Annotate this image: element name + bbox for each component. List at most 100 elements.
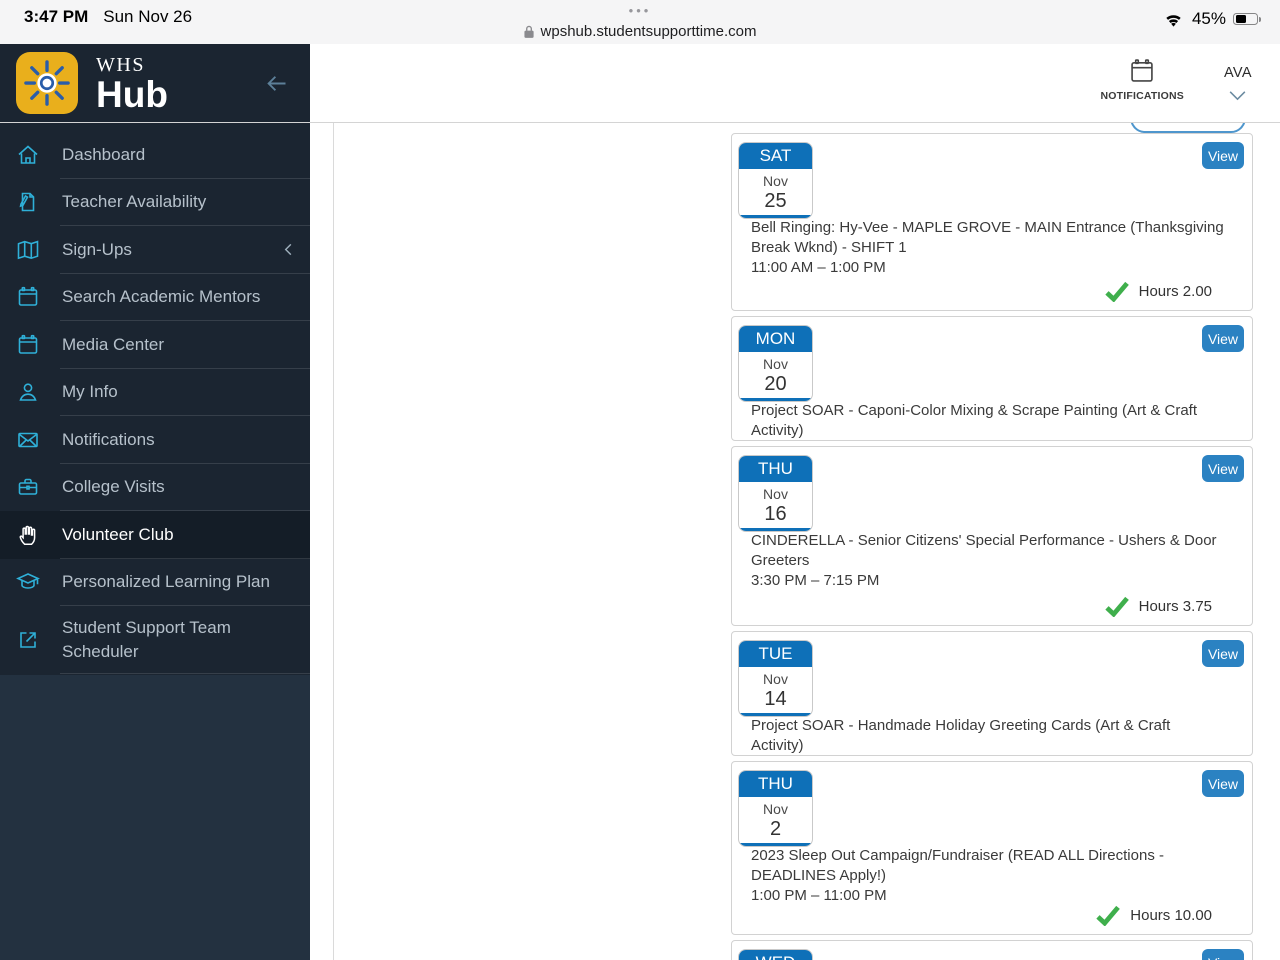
- external-link-icon: [16, 628, 40, 652]
- badge-day: THU: [739, 771, 812, 797]
- sidebar-item-dashboard[interactable]: Dashboard: [0, 131, 310, 179]
- event-text: Bell Ringing: Hy-Vee - MAPLE GROVE - MAI…: [751, 218, 1224, 278]
- sidebar-item-personalized-learning-plan[interactable]: Personalized Learning Plan: [0, 559, 310, 607]
- view-button[interactable]: View: [1202, 455, 1244, 482]
- calendar-icon: [16, 285, 40, 309]
- view-button[interactable]: View: [1202, 142, 1244, 169]
- clock-time: 3:47 PM: [24, 7, 89, 26]
- user-menu[interactable]: AVA: [1224, 65, 1252, 101]
- sidebar-item-notifications[interactable]: Notifications: [0, 416, 310, 464]
- sidebar-item-label: Search Academic Mentors: [62, 287, 261, 307]
- event-title: Bell Ringing: Hy-Vee - MAPLE GROVE - MAI…: [751, 219, 1224, 256]
- badge-day: THU: [739, 456, 812, 482]
- badge-date-number: 2: [769, 818, 782, 840]
- badge-date-number: 16: [764, 503, 787, 525]
- calendar-icon: [1128, 57, 1156, 85]
- badge-month: Nov: [763, 173, 788, 189]
- event-card: THU Nov 16 View CINDERELLA - Senior Citizens…: [731, 446, 1253, 626]
- date-badge: MON Nov 20: [738, 325, 813, 402]
- notifications-button[interactable]: NOTIFICATIONS: [1100, 57, 1184, 102]
- sidebar-item-search-academic-mentors[interactable]: Search Academic Mentors: [0, 274, 310, 322]
- lock-icon: [524, 24, 535, 39]
- whs-hub-logo-icon: [16, 52, 78, 114]
- sidebar-item-label: Volunteer Club: [62, 524, 174, 544]
- check-icon: [1104, 596, 1130, 617]
- sidebar-item-my-info[interactable]: My Info: [0, 369, 310, 417]
- address-url: wpshub.studentsupporttime.com: [540, 23, 757, 40]
- clock-date: Sun Nov 26: [103, 7, 193, 26]
- battery-percent: 45%: [1191, 9, 1226, 28]
- notifications-label: NOTIFICATIONS: [1100, 90, 1184, 102]
- brand-hub: Hub: [96, 73, 168, 115]
- chevron-left-icon: [281, 242, 296, 257]
- date-badge: TUE Nov 14: [738, 640, 813, 717]
- person-icon: [16, 380, 40, 404]
- date-badge: WED: [738, 949, 813, 960]
- event-card: THU Nov 2 View 2023 Sleep Out Campaign/Fundr…: [731, 761, 1253, 935]
- battery-icon: [1233, 12, 1261, 26]
- event-title: Project SOAR - Handmade Holiday Greeting…: [751, 717, 1171, 754]
- event-title: Project SOAR - Caponi-Color Mixing & Scr…: [751, 402, 1197, 439]
- event-time: 1:00 PM – 11:00 PM: [751, 887, 887, 904]
- event-title: 2023 Sleep Out Campaign/Fundraiser (READ…: [751, 847, 1164, 884]
- sidebar-item-sign-ups[interactable]: Sign-Ups: [0, 226, 310, 274]
- check-icon: [1104, 281, 1130, 302]
- badge-day: SAT: [739, 143, 812, 169]
- raised-hand-icon: [16, 523, 40, 547]
- sidebar-item-label: Student Support Team Scheduler: [62, 618, 231, 661]
- sidebar-item-teacher-availability[interactable]: Teacher Availability: [0, 179, 310, 227]
- badge-month: Nov: [763, 356, 788, 372]
- partial-pill-button[interactable]: [1130, 122, 1246, 133]
- header-divider: [0, 122, 1280, 123]
- document-pencil-icon: [16, 190, 40, 214]
- status-bar: 3:47 PM Sun Nov 26 ••• wpshub.studentsup…: [0, 0, 1280, 44]
- signups-book-icon: [16, 238, 40, 262]
- check-icon: [1095, 905, 1121, 926]
- home-icon: [16, 143, 40, 167]
- badge-day: WED: [739, 950, 812, 960]
- address-bar[interactable]: wpshub.studentsupporttime.com: [524, 23, 757, 40]
- hours-row: Hours 2.00: [1104, 281, 1212, 302]
- sidebar-item-college-visits[interactable]: College Visits: [0, 464, 310, 512]
- brand-row: WHS Hub: [0, 44, 310, 122]
- hours-value: Hours 2.00: [1138, 283, 1212, 300]
- view-button[interactable]: View: [1202, 949, 1244, 960]
- chevron-down-icon: [1228, 90, 1247, 101]
- event-card: MON Nov 20 View Project SOAR - Caponi-Color …: [731, 316, 1253, 441]
- sidebar-item-volunteer-club[interactable]: Volunteer Club: [0, 511, 310, 559]
- view-button[interactable]: View: [1202, 770, 1244, 797]
- badge-day: TUE: [739, 641, 812, 667]
- sidebar-item-label: Dashboard: [62, 144, 146, 164]
- event-card: TUE Nov 14 View Project SOAR - Handmade Holi…: [731, 631, 1253, 756]
- event-card: WED View: [731, 940, 1253, 960]
- view-button[interactable]: View: [1202, 640, 1244, 667]
- badge-date-number: 14: [764, 688, 787, 710]
- badge-month: Nov: [763, 671, 788, 687]
- sidebar-item-label: Teacher Availability: [62, 192, 207, 212]
- sidebar-item-student-support-team-scheduler[interactable]: Student Support Team Scheduler: [0, 606, 310, 674]
- view-button[interactable]: View: [1202, 325, 1244, 352]
- event-text: CINDERELLA - Senior Citizens' Special Pe…: [751, 531, 1224, 591]
- event-text: 2023 Sleep Out Campaign/Fundraiser (READ…: [751, 846, 1224, 906]
- badge-date-number: 25: [764, 190, 787, 212]
- badge-month: Nov: [763, 801, 788, 817]
- event-text: Project SOAR - Handmade Holiday Greeting…: [751, 716, 1224, 755]
- sidebar-item-label: Media Center: [62, 334, 165, 354]
- sidebar-collapse-arrow-icon[interactable]: [263, 70, 290, 97]
- badge-day: MON: [739, 326, 812, 352]
- wifi-icon: [1162, 11, 1185, 28]
- date-badge: SAT Nov 25: [738, 142, 813, 219]
- sidebar-item-media-center[interactable]: Media Center: [0, 321, 310, 369]
- badge-date-number: 20: [764, 373, 787, 395]
- hours-row: Hours 10.00: [1095, 905, 1212, 926]
- event-card: SAT Nov 25 View Bell Ringing: Hy-Vee - MAPLE…: [731, 133, 1253, 311]
- badge-month: Nov: [763, 486, 788, 502]
- sidebar-item-label: Personalized Learning Plan: [62, 572, 270, 592]
- event-time: 3:30 PM – 7:15 PM: [751, 572, 880, 589]
- sidebar-item-label: Sign-Ups: [62, 239, 132, 259]
- main-content: SAT Nov 25 View Bell Ringing: Hy-Vee - MAPLE…: [310, 122, 1280, 960]
- date-badge: THU Nov 2: [738, 770, 813, 847]
- user-name: AVA: [1223, 65, 1252, 81]
- date-badge: THU Nov 16: [738, 455, 813, 532]
- sidebar-nav: Dashboard Teacher Availability Sign-Ups Sea…: [0, 131, 310, 675]
